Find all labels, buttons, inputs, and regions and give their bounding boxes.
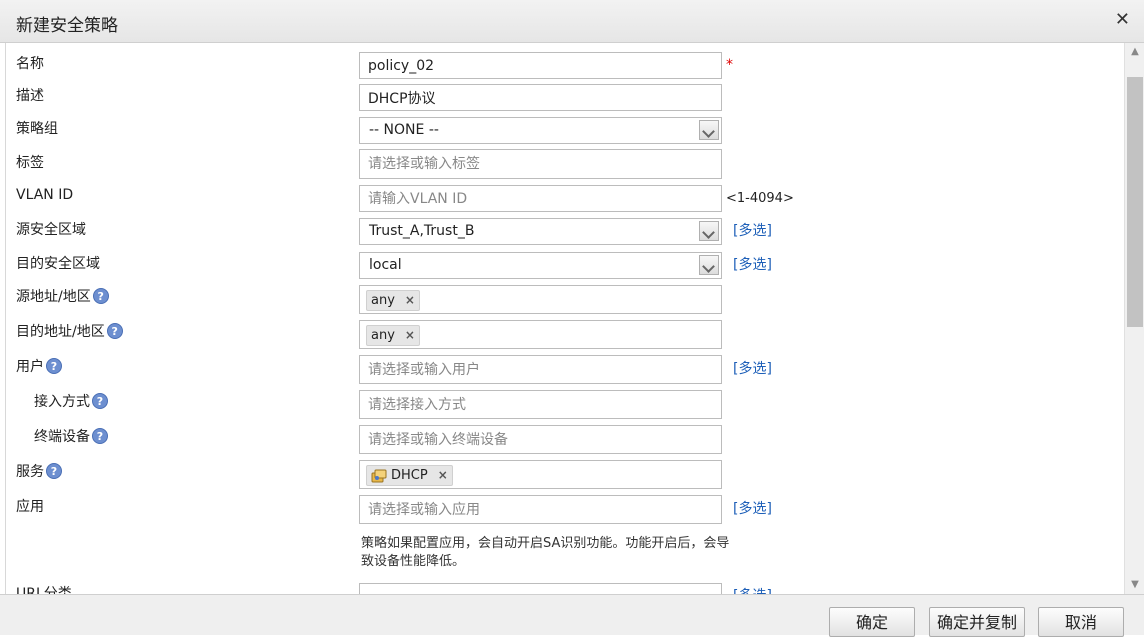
terminal-device-label-text: 终端设备 <box>34 429 90 445</box>
src-zone-label: 源安全区域 <box>16 222 86 238</box>
src-addr-label-text: 源地址/地区 <box>16 289 91 305</box>
policy-group-value: -- NONE -- <box>369 122 439 138</box>
scroll-down-icon[interactable]: ▼ <box>1125 576 1144 594</box>
tag-field[interactable] <box>359 149 722 179</box>
terminal-device-field[interactable] <box>359 425 722 454</box>
application-input[interactable] <box>360 496 721 523</box>
dst-zone-multi-link[interactable]: [多选] <box>733 254 772 274</box>
name-input[interactable] <box>360 53 721 78</box>
vlan-field[interactable] <box>359 185 722 212</box>
cancel-button[interactable]: 取消 <box>1038 607 1124 637</box>
dst-addr-field[interactable]: any × <box>359 320 722 349</box>
src-addr-label: 源地址/地区 ? <box>16 286 109 306</box>
terminal-device-label: 终端设备 ? <box>34 426 108 446</box>
ok-and-copy-button[interactable]: 确定并复制 <box>929 607 1025 637</box>
help-icon[interactable]: ? <box>92 428 108 444</box>
src-zone-value: Trust_A,Trust_B <box>369 223 475 239</box>
help-icon[interactable]: ? <box>46 463 62 479</box>
access-mode-input[interactable] <box>360 391 721 418</box>
terminal-device-input[interactable] <box>360 426 721 453</box>
remove-icon[interactable]: × <box>438 466 448 485</box>
src-addr-field[interactable]: any × <box>359 285 722 314</box>
name-field[interactable] <box>359 52 722 79</box>
security-policy-dialog: 新建安全策略 ✕ 名称 * 描述 策略组 -- NONE -- 标签 VLAN … <box>0 0 1144 637</box>
service-tag: DHCP × <box>366 465 453 486</box>
description-label: 描述 <box>16 88 44 104</box>
form-body: 名称 * 描述 策略组 -- NONE -- 标签 VLAN ID <1-409… <box>5 43 1124 594</box>
dialog-title: 新建安全策略 <box>16 16 118 36</box>
policy-group-select[interactable]: -- NONE -- <box>359 117 722 144</box>
access-mode-label-text: 接入方式 <box>34 394 90 410</box>
application-field[interactable] <box>359 495 722 524</box>
chevron-down-icon[interactable] <box>699 221 719 241</box>
remove-icon[interactable]: × <box>405 291 415 310</box>
vertical-scrollbar[interactable]: ▲ ▼ <box>1124 43 1144 594</box>
application-label: 应用 <box>16 499 44 515</box>
vlan-input[interactable] <box>360 186 721 211</box>
dialog-titlebar: 新建安全策略 ✕ <box>0 0 1144 43</box>
dst-addr-label: 目的地址/地区 ? <box>16 321 123 341</box>
service-field[interactable]: DHCP × <box>359 460 722 489</box>
dst-zone-value: local <box>369 257 402 273</box>
application-note: 策略如果配置应用，会自动开启SA识别功能。功能开启后，会导致设备性能降低。 <box>361 536 730 569</box>
dst-addr-tag-label: any <box>371 328 395 343</box>
close-icon[interactable]: ✕ <box>1115 10 1130 30</box>
service-icon <box>371 469 387 483</box>
url-category-field[interactable] <box>359 583 722 594</box>
policy-group-label: 策略组 <box>16 121 58 137</box>
src-zone-multi-link[interactable]: [多选] <box>733 220 772 240</box>
src-zone-select[interactable]: Trust_A,Trust_B <box>359 218 722 245</box>
dst-zone-select[interactable]: local <box>359 252 722 279</box>
user-input[interactable] <box>360 356 721 383</box>
user-label-text: 用户 <box>16 359 44 375</box>
src-addr-tag: any × <box>366 290 420 311</box>
service-label: 服务 ? <box>16 461 62 481</box>
user-label: 用户 ? <box>16 356 62 376</box>
ok-button[interactable]: 确定 <box>829 607 915 637</box>
vlan-label: VLAN ID <box>16 187 74 203</box>
required-mark: * <box>726 57 733 73</box>
tag-label: 标签 <box>16 155 44 171</box>
application-multi-link[interactable]: [多选] <box>733 498 772 518</box>
user-field[interactable] <box>359 355 722 384</box>
remove-icon[interactable]: × <box>405 326 415 345</box>
dst-zone-label: 目的安全区域 <box>16 256 100 272</box>
src-addr-tag-label: any <box>371 293 395 308</box>
dialog-footer: 确定 确定并复制 取消 <box>0 594 1144 637</box>
chevron-down-icon[interactable] <box>699 255 719 275</box>
tag-input[interactable] <box>360 150 721 178</box>
help-icon[interactable]: ? <box>92 288 109 304</box>
help-icon[interactable]: ? <box>46 358 62 374</box>
dst-addr-label-text: 目的地址/地区 <box>16 324 105 340</box>
user-multi-link[interactable]: [多选] <box>733 358 772 378</box>
description-input[interactable] <box>360 85 721 110</box>
url-category-label: URL分类 <box>16 586 72 594</box>
access-mode-field[interactable] <box>359 390 722 419</box>
help-icon[interactable]: ? <box>106 323 123 339</box>
access-mode-label: 接入方式 ? <box>34 391 108 411</box>
service-label-text: 服务 <box>16 464 44 480</box>
name-label: 名称 <box>16 56 44 72</box>
scrollbar-thumb[interactable] <box>1127 77 1143 327</box>
help-icon[interactable]: ? <box>92 393 108 409</box>
vlan-range-hint: <1-4094> <box>726 191 794 206</box>
service-tag-label: DHCP <box>391 468 428 483</box>
url-category-multi-link[interactable]: [多选] <box>733 585 772 594</box>
scroll-up-icon[interactable]: ▲ <box>1125 43 1144 61</box>
dst-addr-tag: any × <box>366 325 420 346</box>
chevron-down-icon[interactable] <box>699 120 719 140</box>
description-field[interactable] <box>359 84 722 111</box>
